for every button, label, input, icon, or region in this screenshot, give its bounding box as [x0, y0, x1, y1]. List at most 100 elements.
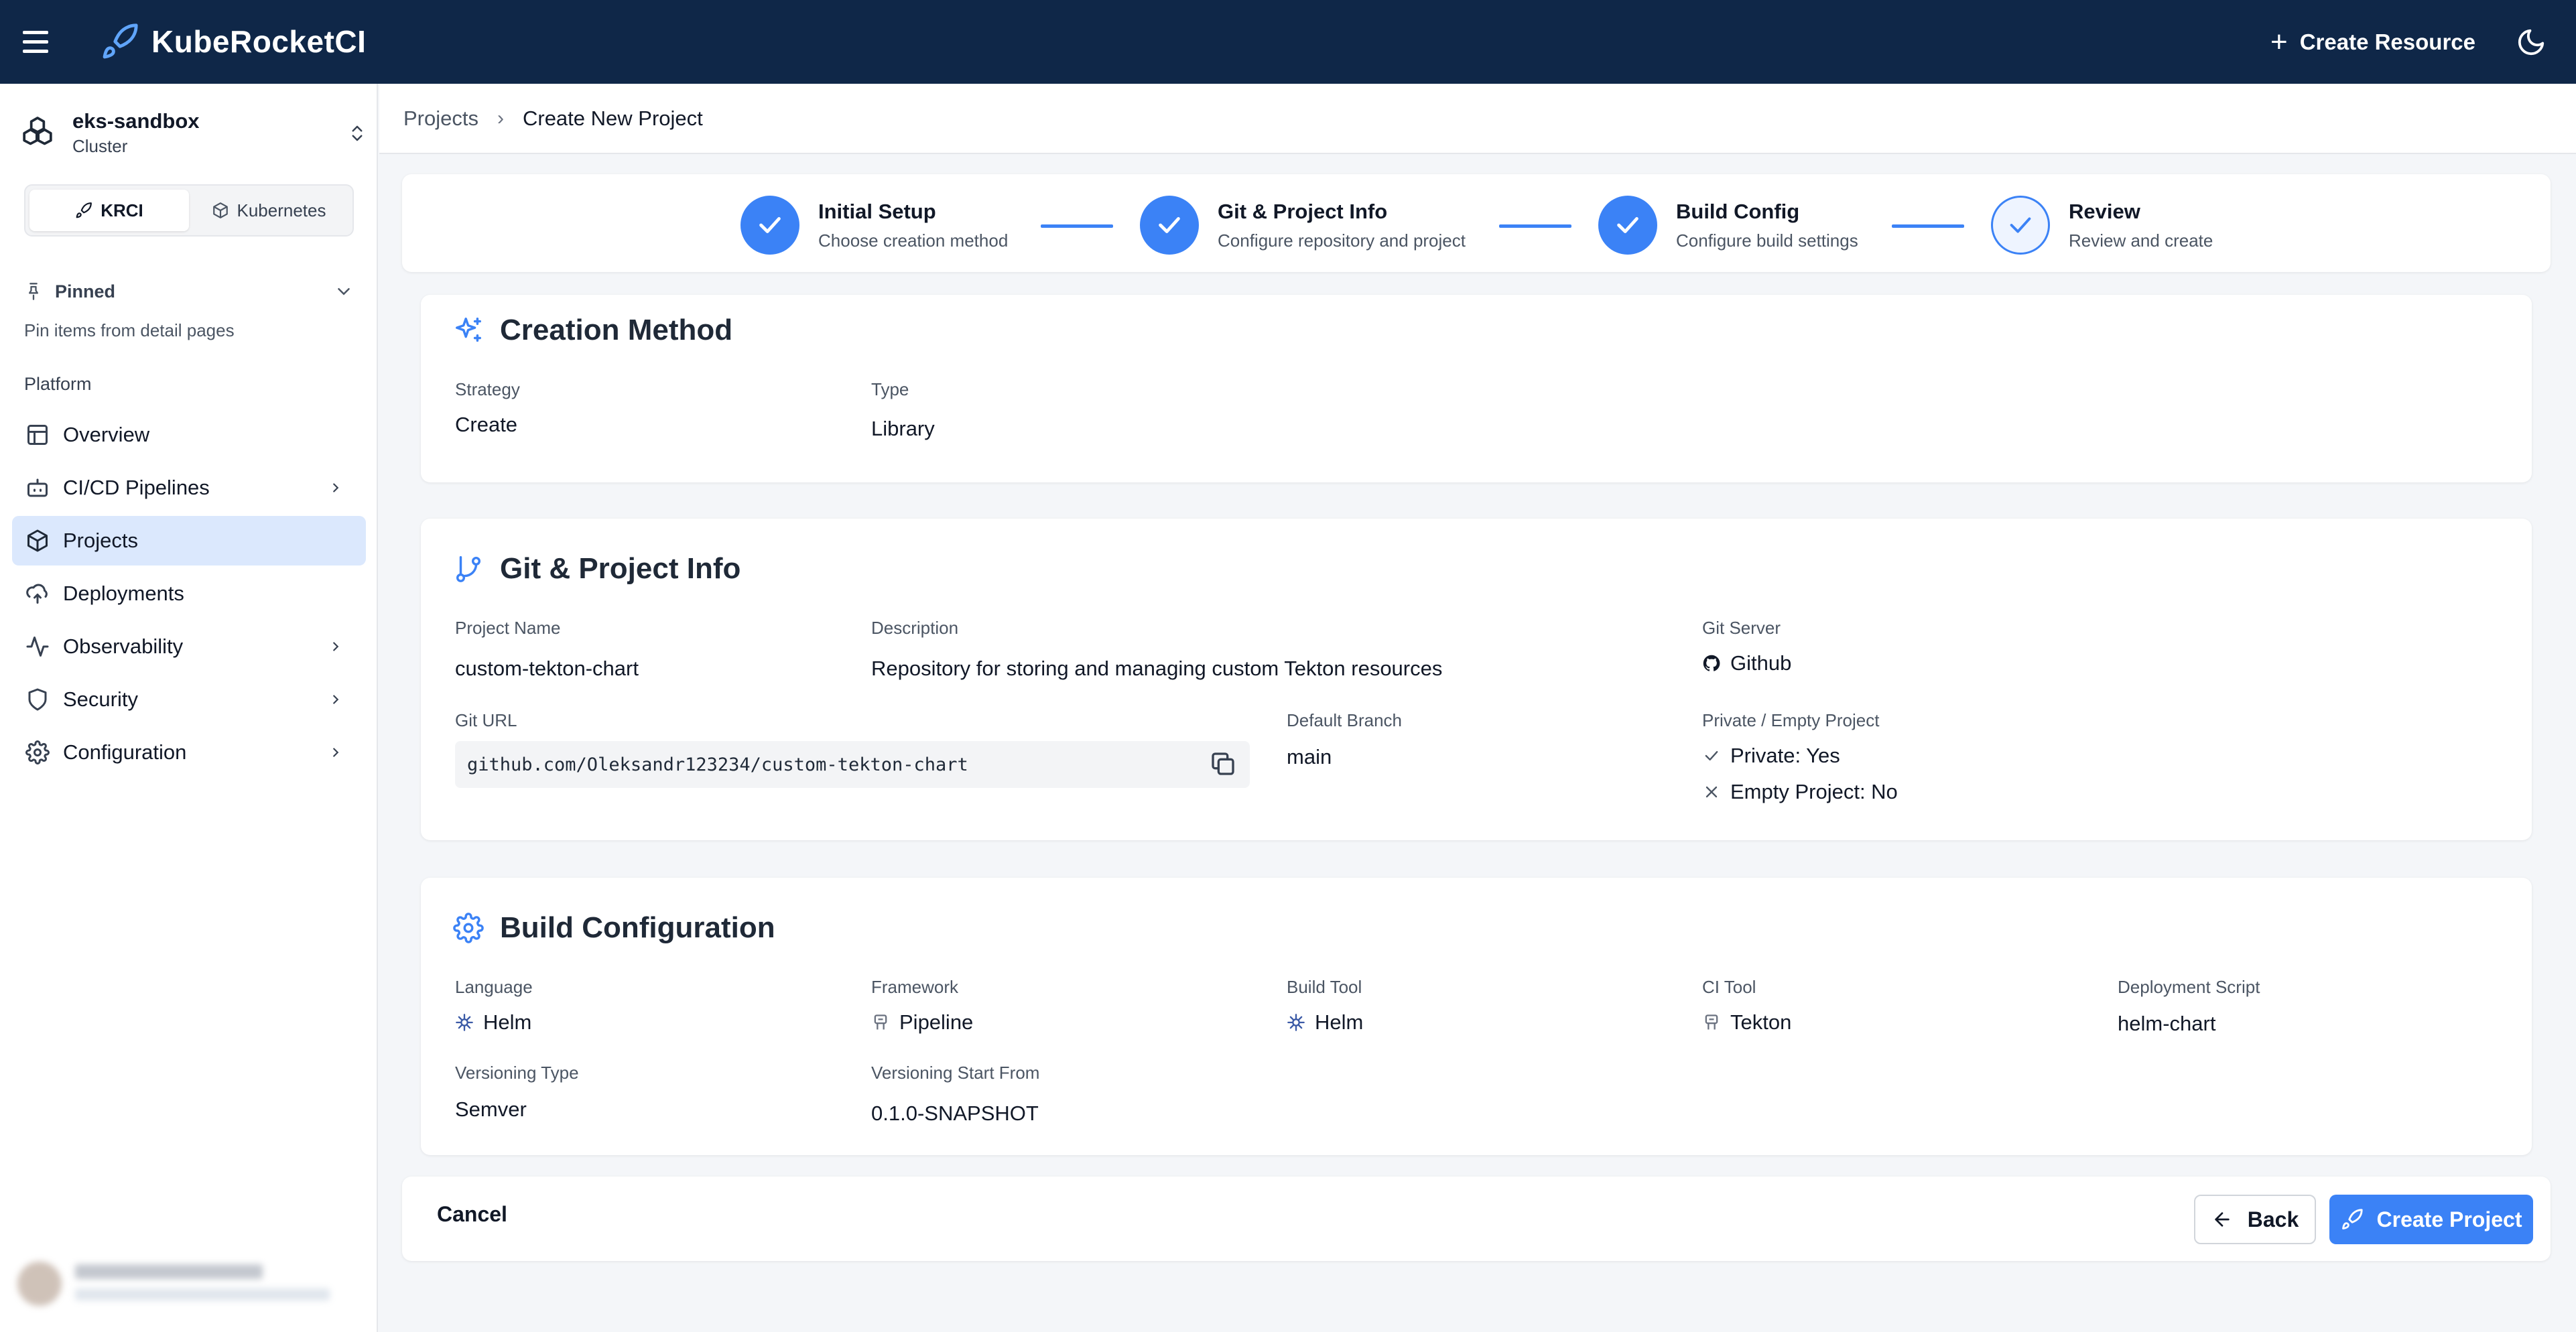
description-value: Repository for storing and managing cust…: [871, 657, 1443, 680]
kubernetes-tab-label: Kubernetes: [237, 200, 326, 220]
pinned-hint: Pin items from detail pages: [24, 320, 235, 340]
avatar: [17, 1262, 62, 1306]
step-initial-setup[interactable]: Initial Setup Choose creation method: [740, 196, 1008, 255]
step-review[interactable]: Review Review and create: [1991, 196, 2213, 255]
rocket-logo-icon: [103, 23, 138, 59]
box-icon: [212, 202, 228, 218]
sidebar-item-overview[interactable]: Overview: [12, 410, 366, 460]
github-icon: [1703, 655, 1720, 671]
strategy-value: Create: [455, 413, 518, 436]
tekton-icon: [1705, 1014, 1718, 1030]
breadcrumb: Projects › Create New Project: [379, 84, 2576, 154]
card-title: Build Configuration: [500, 911, 775, 944]
sidebar-item-deployments[interactable]: Deployments: [12, 569, 366, 618]
plus-icon: +: [2270, 25, 2288, 58]
build-tool-label: Build Tool: [1287, 977, 1362, 997]
ci-tool-value: Tekton: [1702, 1010, 1791, 1035]
copy-icon[interactable]: [1210, 750, 1236, 777]
app-logo[interactable]: KubeRocketCI: [101, 20, 366, 63]
language-name: Helm: [483, 1010, 532, 1034]
type-value: Library: [871, 417, 935, 440]
sidebar-item-label: Configuration: [63, 740, 187, 764]
creation-method-card: Creation Method Strategy Create Type Lib…: [421, 295, 2532, 482]
card-title: Creation Method: [500, 314, 733, 346]
language-value: Helm: [455, 1010, 531, 1035]
wizard-footer: Cancel Back Create Project: [402, 1177, 2551, 1261]
ci-tool-label: CI Tool: [1702, 977, 1756, 997]
box-icon: [27, 529, 48, 552]
chevron-right-icon: [333, 642, 339, 651]
cluster-selector[interactable]: eks-sandbox Cluster: [19, 104, 367, 171]
sidebar-item-label: Observability: [63, 635, 184, 658]
sidebar-item-label: Deployments: [63, 582, 184, 605]
breadcrumb-current: Create New Project: [522, 106, 703, 130]
step-current-check-icon: [1991, 196, 2050, 255]
step-complete-check-icon: [1598, 196, 1657, 255]
sidebar-item-observability[interactable]: Observability: [12, 622, 366, 671]
sidebar-item-configuration[interactable]: Configuration: [12, 728, 366, 777]
private-value: Private: Yes: [1730, 744, 1840, 767]
hamburger-menu-icon[interactable]: [23, 27, 50, 56]
sidebar-item-label: Projects: [63, 529, 138, 552]
cancel-button[interactable]: Cancel: [437, 1202, 507, 1227]
build-tool-value: Helm: [1287, 1010, 1363, 1035]
gear-icon: [25, 740, 50, 764]
user-profile-blurred[interactable]: [8, 1250, 370, 1317]
sidebar-item-label: CI/CD Pipelines: [63, 476, 210, 499]
step-title: Build Config: [1676, 199, 1800, 223]
chevron-right-icon: [333, 695, 339, 704]
step-connector: [1499, 224, 1571, 228]
breadcrumb-projects-link[interactable]: Projects: [403, 107, 478, 131]
card-title: Git & Project Info: [500, 552, 741, 585]
layout-icon: [27, 425, 48, 445]
cloud-upload-icon: [26, 584, 48, 604]
project-name-label: Project Name: [455, 618, 561, 638]
deployment-script-label: Deployment Script: [2118, 977, 2260, 997]
private-empty-label: Private / Empty Project: [1702, 710, 1880, 730]
step-subtitle: Review and create: [2069, 230, 2213, 251]
creation-method-heading: Creation Method: [453, 314, 732, 347]
step-subtitle: Configure repository and project: [1218, 230, 1466, 251]
krci-tab[interactable]: KRCI: [29, 190, 189, 231]
wizard-stepper: Initial Setup Choose creation method Git…: [402, 174, 2551, 272]
create-project-button[interactable]: Create Project: [2329, 1195, 2533, 1244]
sidebar-item-projects[interactable]: Projects: [12, 516, 366, 565]
rocket-icon: [76, 202, 92, 218]
shield-icon: [28, 688, 47, 711]
create-resource-label: Create Resource: [2299, 29, 2475, 54]
step-title: Git & Project Info: [1218, 199, 1388, 223]
kubernetes-tab[interactable]: Kubernetes: [189, 190, 348, 231]
cluster-subtitle: Cluster: [72, 136, 128, 156]
sparkles-icon: [456, 318, 481, 342]
step-complete-check-icon: [740, 196, 799, 255]
sidebar-item-cicd-pipelines[interactable]: CI/CD Pipelines: [12, 463, 366, 513]
activity-icon: [26, 637, 49, 657]
pinned-toggle[interactable]: Pinned: [24, 275, 354, 308]
chevron-right-icon: ›: [497, 107, 504, 129]
framework-value: Pipeline: [871, 1010, 973, 1035]
default-branch-label: Default Branch: [1287, 710, 1402, 730]
build-configuration-heading: Build Configuration: [453, 911, 775, 945]
back-button[interactable]: Back: [2194, 1195, 2316, 1244]
helm-icon: [456, 1014, 473, 1031]
step-git-project-info[interactable]: Git & Project Info Configure repository …: [1140, 196, 1466, 255]
versioning-type-label: Versioning Type: [455, 1063, 579, 1083]
krci-tab-label: KRCI: [101, 200, 143, 220]
step-build-config[interactable]: Build Config Configure build settings: [1598, 196, 1858, 255]
create-resource-button[interactable]: + Create Resource: [2270, 25, 2475, 59]
step-subtitle: Choose creation method: [818, 230, 1009, 251]
step-complete-check-icon: [1140, 196, 1199, 255]
chevron-down-icon: [338, 288, 350, 295]
moon-icon[interactable]: [2516, 27, 2547, 58]
git-project-info-heading: Git & Project Info: [453, 552, 740, 586]
helm-icon: [1287, 1014, 1305, 1031]
build-configuration-card: Build Configuration Language Helm Framew…: [421, 878, 2532, 1155]
step-title: Review: [2069, 199, 2140, 223]
language-label: Language: [455, 977, 533, 997]
arrow-left-icon: [2215, 1212, 2230, 1227]
git-server-name: Github: [1730, 651, 1792, 675]
sidebar-item-security[interactable]: Security: [12, 675, 366, 724]
step-connector: [1892, 224, 1964, 228]
check-icon: [1705, 751, 1718, 760]
private-value-row: Private: Yes: [1702, 744, 1840, 768]
